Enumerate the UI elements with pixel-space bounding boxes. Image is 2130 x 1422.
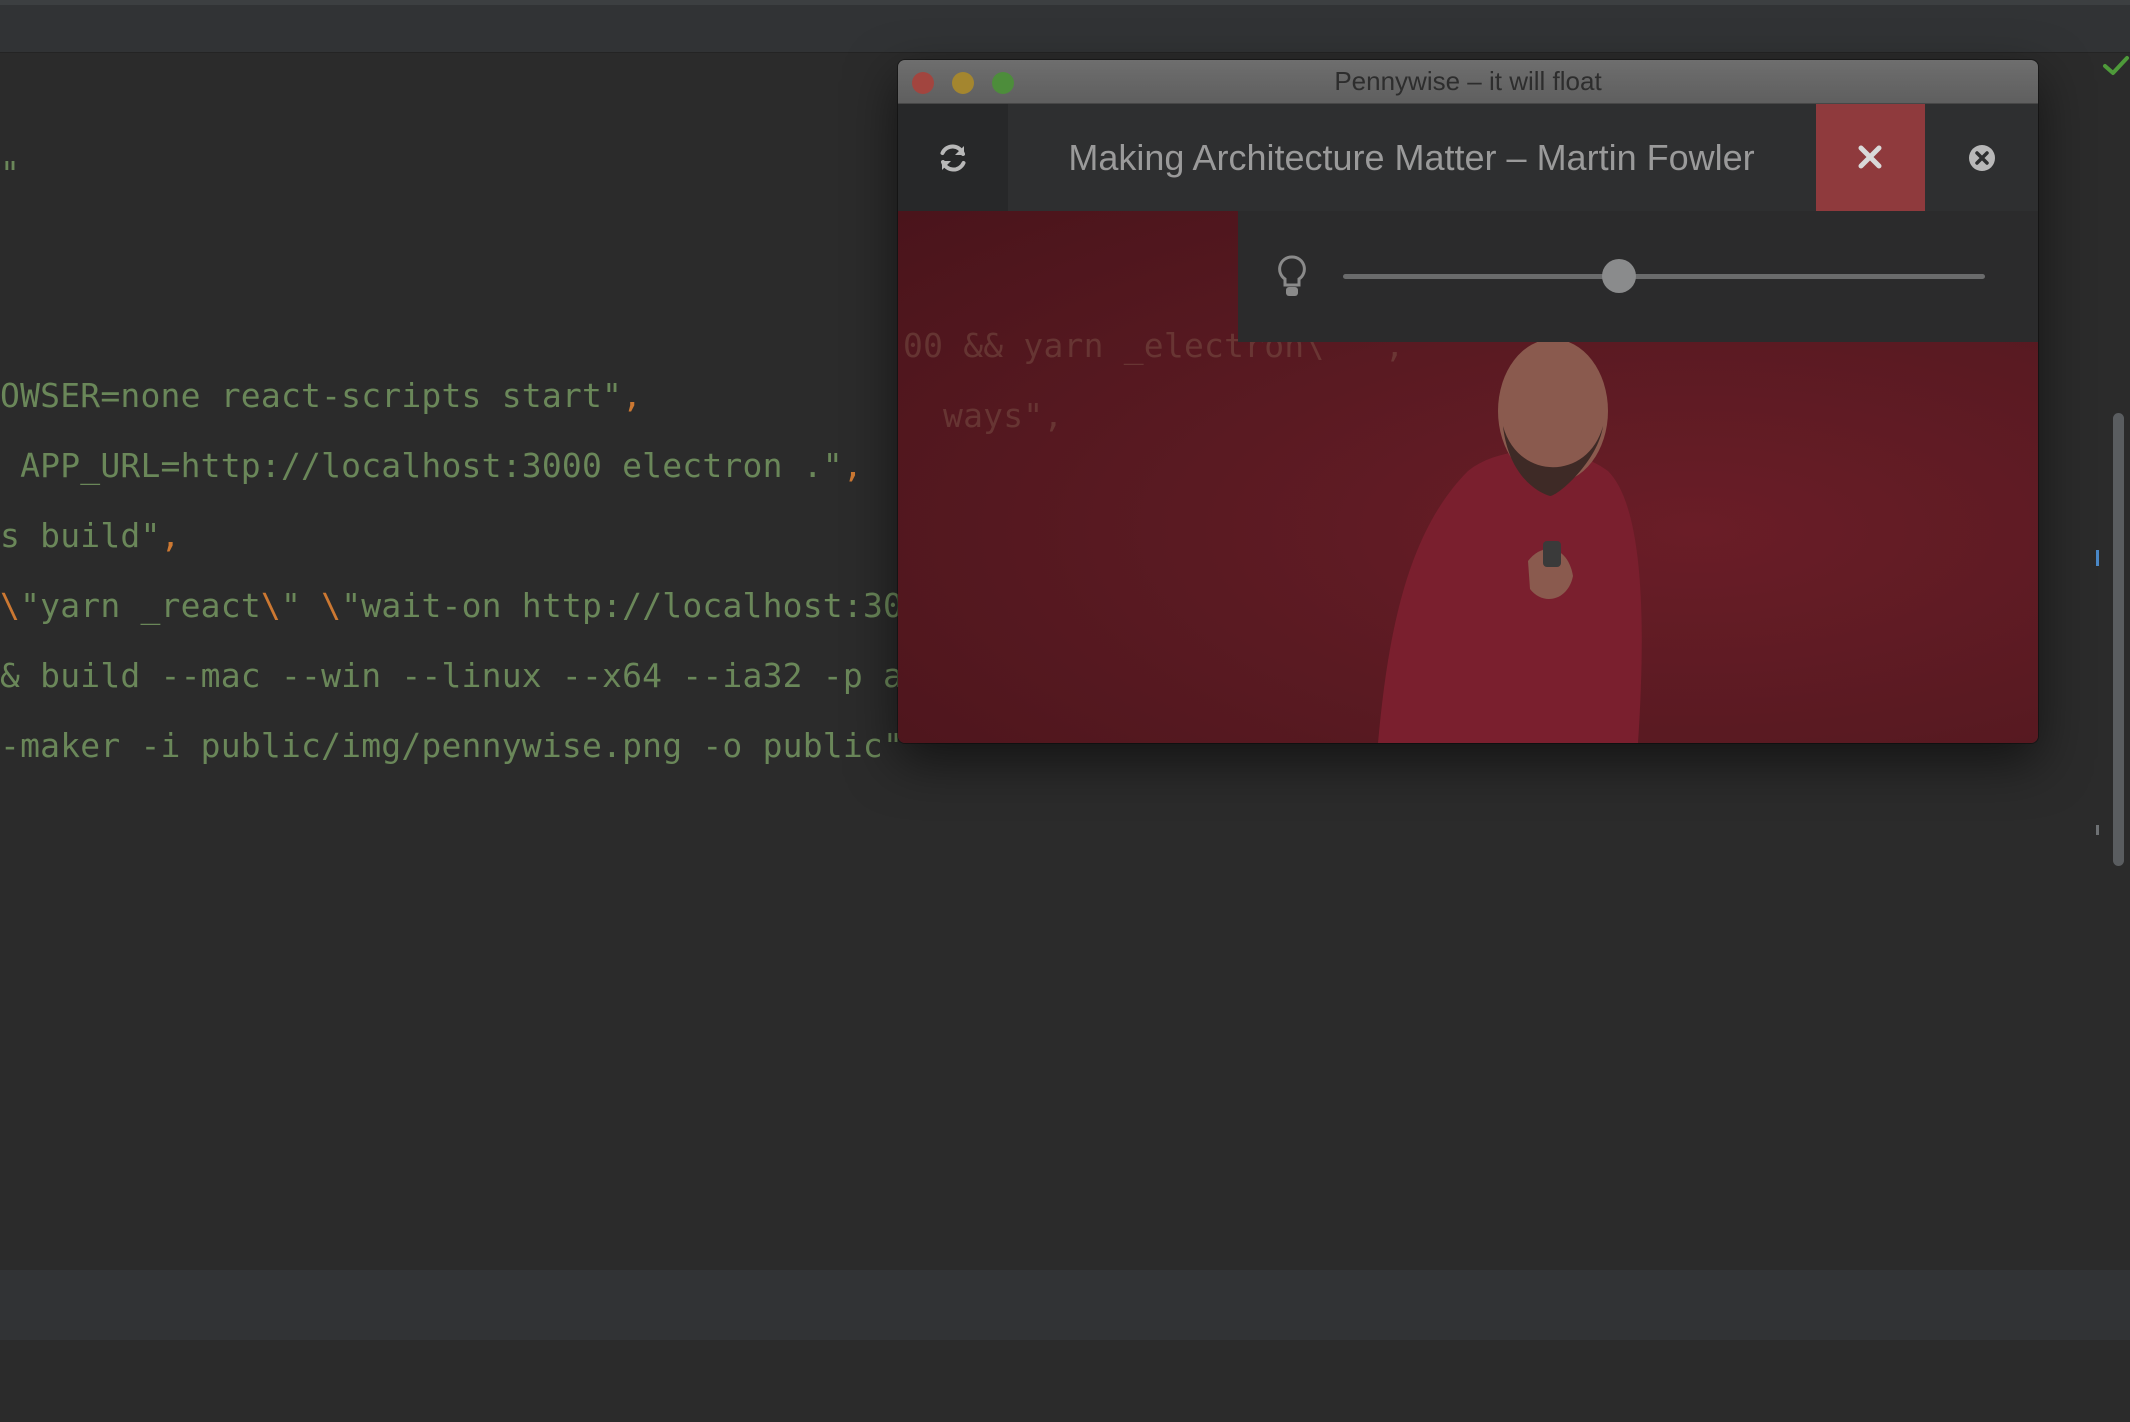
code-token: & build --mac --win --linux --x64 --ia32… bbox=[0, 656, 924, 695]
close-icon bbox=[1858, 145, 1882, 169]
pennywise-window: Pennywise – it will float Making Archite… bbox=[898, 60, 2038, 743]
code-token: -maker -i public/img/pennywise.png -o pu… bbox=[0, 726, 904, 765]
opacity-panel bbox=[1238, 211, 2038, 342]
code-token: APP_URL=http://localhost:3000 electron .… bbox=[0, 446, 843, 485]
video-player[interactable]: 00 && yarn _electron\" ", ways", bbox=[898, 211, 2038, 743]
window-titlebar[interactable]: Pennywise – it will float bbox=[898, 60, 2038, 104]
code-line[interactable]: APP_URL=http://localhost:3000 electron .… bbox=[0, 446, 863, 485]
close-video-button[interactable] bbox=[1816, 104, 1925, 211]
code-token: "wait-on http://localhost:30 bbox=[341, 586, 904, 625]
change-marker[interactable] bbox=[2096, 825, 2099, 835]
change-marker[interactable] bbox=[2096, 550, 2099, 566]
video-title: Making Architecture Matter – Martin Fowl… bbox=[1068, 137, 1755, 178]
speaker-image bbox=[1378, 339, 1642, 743]
close-circle-icon bbox=[1969, 145, 1995, 171]
lightbulb-icon bbox=[1278, 255, 1306, 296]
code-token: " bbox=[0, 154, 21, 193]
code-token: , bbox=[842, 446, 863, 485]
code-token: s build" bbox=[0, 516, 161, 555]
code-token: OWSER=none react-scripts start" bbox=[0, 376, 623, 415]
status-bar bbox=[0, 1270, 2130, 1340]
code-token: "yarn _react bbox=[20, 586, 261, 625]
code-line[interactable]: s build", bbox=[0, 516, 181, 555]
code-token: , bbox=[160, 516, 181, 555]
close-window-button[interactable] bbox=[1925, 104, 2038, 211]
refresh-icon bbox=[940, 144, 966, 172]
overlay-code-line: ways", bbox=[943, 396, 1064, 435]
code-token: , bbox=[622, 376, 643, 415]
window-title: Pennywise – it will float bbox=[1334, 66, 1602, 96]
code-token: \ bbox=[0, 586, 21, 625]
code-line[interactable]: " bbox=[0, 154, 20, 193]
code-token: \ bbox=[260, 586, 281, 625]
opacity-slider[interactable] bbox=[1343, 259, 1985, 293]
opacity-slider-handle[interactable] bbox=[1602, 259, 1637, 293]
editor-tab-bar bbox=[0, 0, 2130, 53]
vertical-scrollbar[interactable] bbox=[2113, 413, 2124, 866]
video-toolbar: Making Architecture Matter – Martin Fowl… bbox=[898, 104, 2038, 211]
bottom-panel bbox=[0, 1340, 2130, 1422]
code-line[interactable]: -maker -i public/img/pennywise.png -o pu… bbox=[0, 726, 903, 765]
code-line[interactable]: & build --mac --win --linux --x64 --ia32… bbox=[0, 656, 923, 695]
code-line[interactable]: \"yarn _react\" \"wait-on http://localho… bbox=[0, 586, 903, 625]
code-line[interactable]: OWSER=none react-scripts start", bbox=[0, 376, 642, 415]
code-token: " bbox=[280, 586, 322, 625]
code-token: \ bbox=[321, 586, 342, 625]
refresh-button[interactable] bbox=[898, 104, 1008, 211]
checkmark-icon bbox=[2103, 56, 2129, 75]
